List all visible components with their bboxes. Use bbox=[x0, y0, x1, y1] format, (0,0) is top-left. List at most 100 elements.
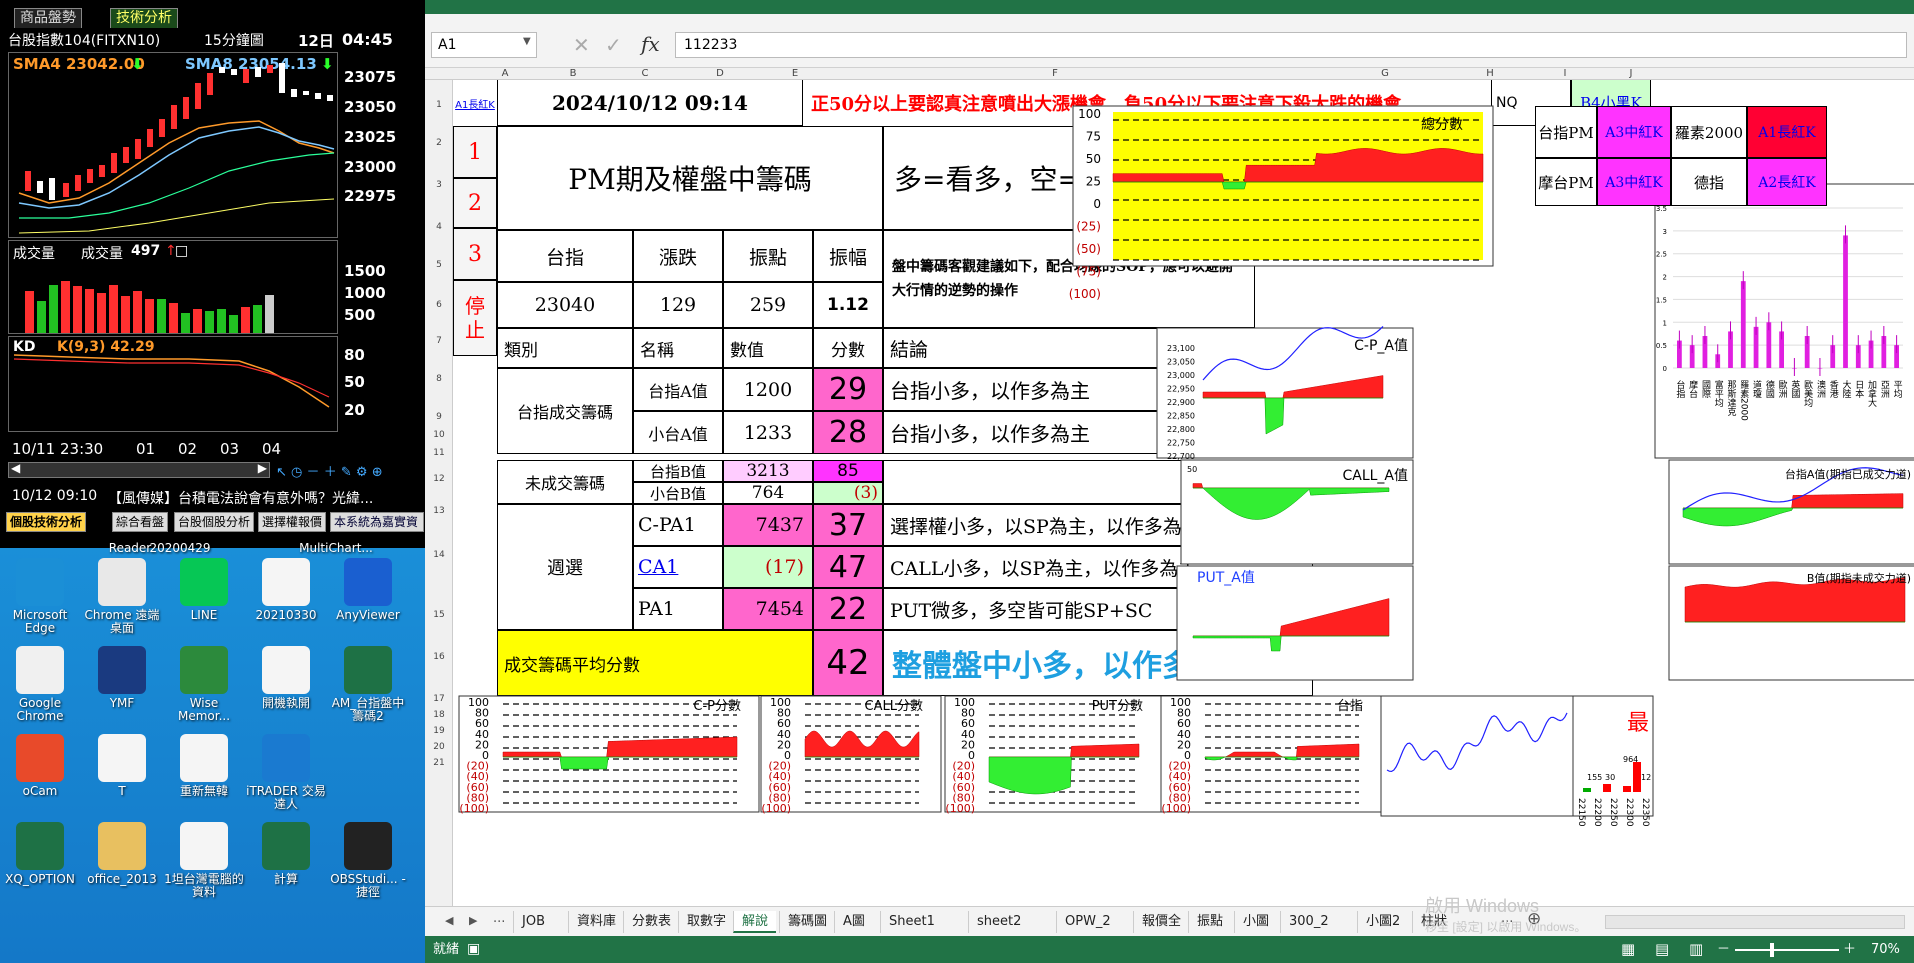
news-headline[interactable]: 【風傳媒】台積電法說會有意外嗎？光緯... bbox=[108, 488, 420, 508]
pm-a1[interactable]: A1長紅K bbox=[1747, 106, 1827, 158]
sheet-tab[interactable]: 分數表 bbox=[623, 911, 679, 933]
desktop-icon[interactable]: iTRADER 交易達人 bbox=[244, 734, 328, 811]
pm-a3-1[interactable]: A3中紅K bbox=[1597, 106, 1671, 158]
desktop-icon[interactable]: 重新無韓 bbox=[162, 734, 246, 798]
desktop-icon[interactable]: T bbox=[80, 734, 164, 798]
column-header[interactable]: B bbox=[563, 68, 583, 80]
pm-a3-2[interactable]: A3中紅K bbox=[1597, 158, 1671, 206]
sheet-tab[interactable]: A圖 bbox=[834, 911, 873, 933]
clock-icon[interactable]: ◷ bbox=[291, 465, 302, 480]
settings-icon[interactable]: ⚙ bbox=[356, 465, 368, 480]
sheet-tab[interactable]: Sheet1 bbox=[880, 911, 943, 933]
zoom-slider-thumb[interactable] bbox=[1770, 943, 1774, 957]
formula-input[interactable]: 112233 bbox=[675, 32, 1907, 58]
minus-icon[interactable]: － bbox=[307, 465, 320, 480]
row-header[interactable]: 21 bbox=[425, 758, 453, 768]
row-header[interactable]: 7 bbox=[425, 336, 453, 346]
worksheet[interactable]: A1長紅K 2024/10/12 09:14 正50分以上要認真注意噴出大漲機會… bbox=[453, 80, 1914, 906]
check-icon[interactable]: ✓ bbox=[605, 33, 622, 57]
row-header[interactable]: 12 bbox=[425, 474, 453, 484]
tab-technical[interactable]: 技術分析 bbox=[110, 8, 178, 28]
name-box[interactable]: A1 bbox=[431, 32, 537, 58]
page-break-icon[interactable]: ▥ bbox=[1689, 936, 1703, 963]
sheet-tab[interactable]: 解說 bbox=[733, 911, 777, 933]
row-header[interactable]: 17 bbox=[425, 694, 453, 704]
zoom-out-icon[interactable]: － bbox=[1717, 936, 1730, 963]
sheet-tab[interactable]: 資料庫 bbox=[568, 911, 624, 933]
desktop-icon[interactable]: Wise Memor... bbox=[162, 646, 246, 723]
row-header[interactable]: 10 bbox=[425, 430, 453, 440]
tab-stock-analysis[interactable]: 台股個股分析 bbox=[174, 512, 255, 532]
sheet-tab[interactable]: sheet2 bbox=[968, 911, 1029, 933]
sheet-tab[interactable]: OPW_2 bbox=[1056, 911, 1119, 933]
desktop-icon[interactable]: 計算 bbox=[244, 822, 328, 886]
sheet-tab[interactable]: 取數字 bbox=[678, 911, 734, 933]
zoom-level[interactable]: 70% bbox=[1871, 936, 1900, 963]
sheet-tab[interactable]: 小圖2 bbox=[1357, 911, 1408, 933]
tab-scroll-right-icon[interactable]: ▶ bbox=[469, 914, 477, 927]
zoom-in-icon[interactable]: ＋ bbox=[1843, 936, 1856, 963]
row-header[interactable]: 4 bbox=[425, 222, 453, 232]
row-header[interactable]: 19 bbox=[425, 726, 453, 736]
column-header[interactable]: I bbox=[1555, 68, 1575, 80]
column-header[interactable]: F bbox=[1045, 68, 1065, 80]
tab-market[interactable]: 商品盤勢 bbox=[14, 8, 82, 28]
row-header[interactable]: 3 bbox=[425, 180, 453, 190]
row-header[interactable]: 14 bbox=[425, 550, 453, 560]
tab-stock-technical[interactable]: 個股技術分析 bbox=[6, 512, 87, 532]
row-header[interactable]: 16 bbox=[425, 652, 453, 662]
column-header[interactable]: H bbox=[1480, 68, 1500, 80]
row-header[interactable]: 8 bbox=[425, 374, 453, 384]
plus-icon[interactable]: ＋ bbox=[324, 465, 337, 480]
row-header[interactable]: 1 bbox=[425, 100, 453, 110]
desktop-icon[interactable]: oCam bbox=[0, 734, 82, 798]
desktop-icon[interactable]: LINE bbox=[162, 558, 246, 622]
tab-option-quotes[interactable]: 選擇權報價 bbox=[258, 512, 327, 532]
row-header[interactable]: 9 bbox=[425, 412, 453, 422]
desktop-icon[interactable]: 1坦台灣電腦的資料 bbox=[162, 822, 246, 899]
zoom-icon[interactable]: ⊕ bbox=[372, 465, 383, 480]
function-icon[interactable]: fx bbox=[641, 32, 660, 56]
desktop-icon[interactable]: Microsoft Edge bbox=[0, 558, 82, 635]
sheet-tab[interactable]: 300_2 bbox=[1280, 911, 1337, 933]
tab-system-info[interactable]: 本系統為嘉實資 bbox=[330, 512, 424, 532]
period-label[interactable]: 15分鐘圖 bbox=[204, 30, 264, 50]
sheet-tab[interactable]: 小圖 bbox=[1234, 911, 1277, 933]
scroll-right-icon[interactable]: ▶ bbox=[258, 461, 267, 475]
desktop-icon[interactable]: Google Chrome bbox=[0, 646, 82, 723]
desktop-icon[interactable]: office_2013 bbox=[80, 822, 164, 886]
desktop-icon[interactable]: AM_台指盤中籌碼2 bbox=[326, 646, 410, 723]
draw-icon[interactable]: ✎ bbox=[341, 465, 352, 480]
desktop-icon[interactable]: 20210330 bbox=[244, 558, 328, 622]
pm-label-dezhi[interactable]: 德指 bbox=[1671, 158, 1747, 206]
sheet-tab[interactable]: 籌碼圖 bbox=[779, 911, 835, 933]
column-header[interactable]: D bbox=[710, 68, 730, 80]
column-header[interactable]: C bbox=[635, 68, 655, 80]
desktop-icon[interactable]: AnyViewer bbox=[326, 558, 410, 622]
pm-label-taizhi[interactable]: 台指PM bbox=[1535, 106, 1597, 158]
desktop-icon[interactable]: OBSStudi... - 捷徑 bbox=[326, 822, 410, 899]
row-header[interactable]: 11 bbox=[425, 448, 453, 458]
column-header[interactable]: E bbox=[785, 68, 805, 80]
desktop-icon[interactable]: Chrome 遠端桌面 bbox=[80, 558, 164, 635]
row-header[interactable]: 13 bbox=[425, 506, 453, 516]
row-header[interactable]: 6 bbox=[425, 300, 453, 310]
desktop-icon[interactable]: 開機執開 bbox=[244, 646, 328, 710]
desktop-icon[interactable]: YMF bbox=[80, 646, 164, 710]
sheet-tab[interactable]: 振點 bbox=[1188, 911, 1231, 933]
tab-overview[interactable]: 綜合看盤 bbox=[112, 512, 169, 532]
chart-scrollbar[interactable]: ◀ ▶ bbox=[8, 461, 270, 478]
cancel-icon[interactable]: ✕ bbox=[573, 33, 590, 57]
normal-view-icon[interactable]: ▦ bbox=[1621, 936, 1635, 963]
row-header[interactable]: 18 bbox=[425, 710, 453, 720]
chevron-down-icon[interactable]: ▼ bbox=[523, 36, 531, 47]
page-layout-icon[interactable]: ▤ bbox=[1655, 936, 1669, 963]
pm-a2[interactable]: A2長紅K bbox=[1747, 158, 1827, 206]
sheet-tab[interactable]: 報價全 bbox=[1133, 911, 1189, 933]
row-header[interactable]: 20 bbox=[425, 742, 453, 752]
scroll-left-icon[interactable]: ◀ bbox=[11, 461, 20, 475]
desktop-icon[interactable]: XQ_OPTION bbox=[0, 822, 82, 886]
column-header[interactable]: A bbox=[495, 68, 515, 80]
column-header[interactable]: G bbox=[1375, 68, 1395, 80]
column-header[interactable]: J bbox=[1621, 68, 1641, 80]
